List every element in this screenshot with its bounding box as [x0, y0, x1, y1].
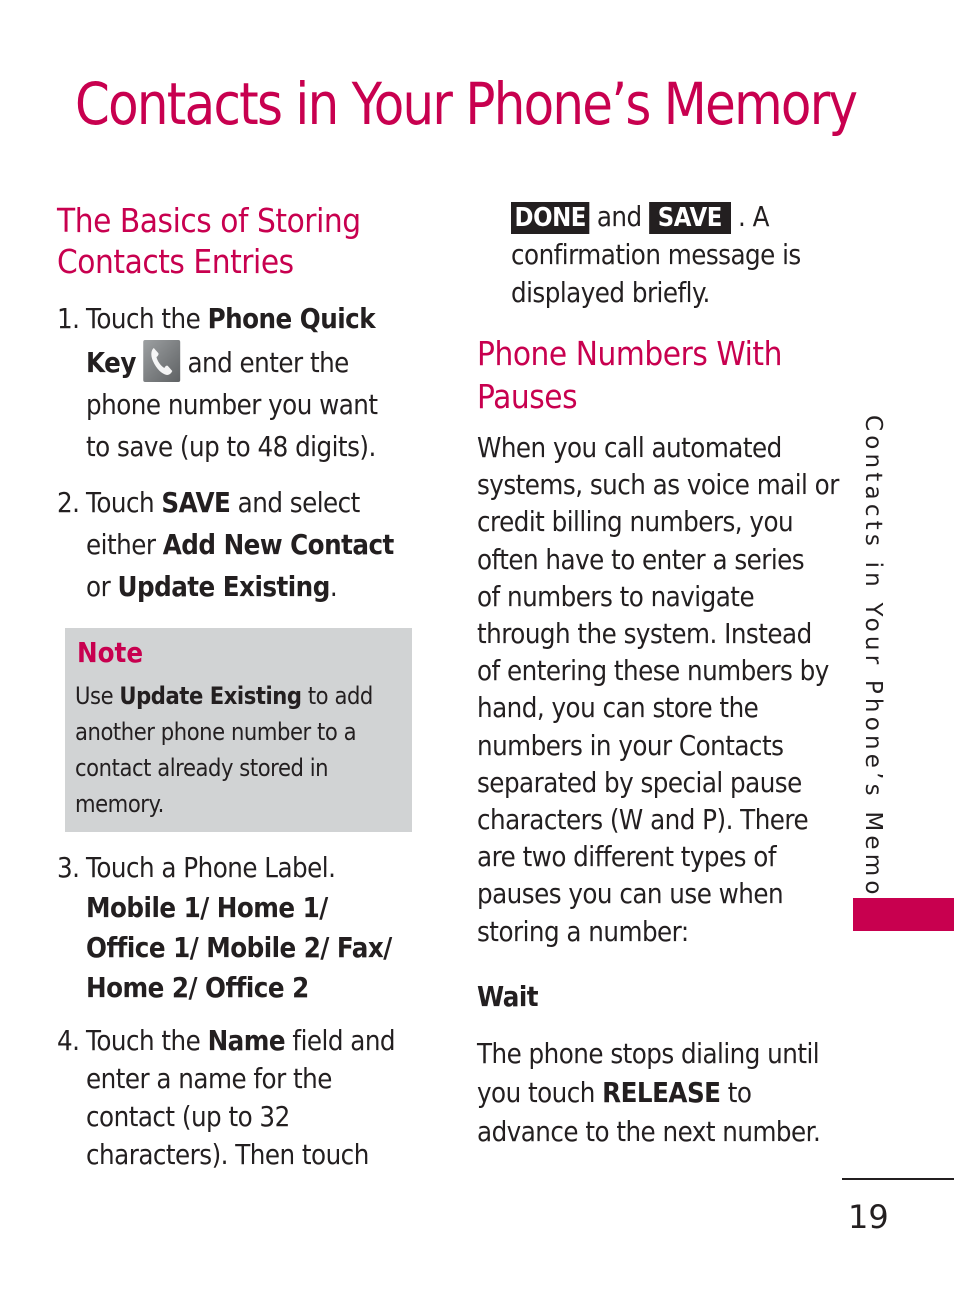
paragraph-line: storing a number:: [477, 914, 689, 948]
ui-term: Key: [86, 346, 136, 379]
text: either: [86, 528, 163, 561]
text: Touch the: [86, 1024, 208, 1057]
paragraph-line: hand, you can store the: [477, 691, 759, 725]
ui-term: Update Existing: [119, 682, 302, 710]
paragraph-line: of numbers to navigate: [477, 579, 755, 613]
text: to: [720, 1076, 752, 1109]
text: or: [86, 570, 118, 603]
step-text: Touch the Name field and enter a name fo…: [86, 1022, 396, 1174]
text: phone number you want: [86, 388, 378, 421]
ui-term: Phone Quick: [207, 302, 376, 335]
note-text: Use Update Existing to add another phone…: [75, 678, 373, 822]
paragraph-line: numbers in your Contacts: [477, 728, 784, 762]
text: to save (up to 48 digits).: [86, 430, 376, 463]
done-button-label: DONE: [511, 202, 590, 234]
text: Use: [75, 682, 120, 710]
text: characters). Then touch: [86, 1138, 369, 1171]
ui-term: Home 2/ Office 2: [86, 971, 309, 1004]
text: Touch: [86, 486, 162, 519]
ui-term: Add New Contact: [162, 528, 395, 561]
text: contact (up to 32: [86, 1100, 290, 1133]
text: to add: [301, 682, 373, 710]
step-number: 3.: [57, 851, 80, 884]
paragraph-line: characters (W and P). There: [477, 803, 809, 837]
text: Touch the: [86, 302, 208, 335]
step-number: 4.: [57, 1024, 80, 1057]
section-heading-pauses: Phone Numbers With Pauses: [477, 332, 782, 418]
text: . A: [730, 200, 769, 233]
paragraph-line: through the system. Instead: [477, 617, 812, 651]
section-heading-basics: The Basics of Storing Contacts Entries: [57, 200, 361, 282]
step-number: 2.: [57, 486, 80, 519]
step-text: Touch a Phone Label. Mobile 1/ Home 1/ O…: [86, 848, 392, 1008]
phone-quick-key-icon: [143, 340, 181, 382]
paragraph-line: credit billing numbers, you: [477, 505, 794, 539]
section-heading-line: The Basics of Storing: [57, 201, 361, 240]
step-text: Touch SAVE and select either Add New Con…: [86, 482, 394, 608]
text: confirmation message is: [511, 238, 801, 271]
step-4-continuation: DONE and SAVE . A confirmation message i…: [511, 198, 801, 312]
paragraph-line: separated by special pause: [477, 765, 802, 799]
side-tab-label: Contacts in Your Phone’s Memory: [848, 415, 888, 930]
text: field and: [285, 1024, 396, 1057]
paragraph-line: pauses you can use when: [477, 877, 784, 911]
page-number: 19: [848, 1198, 889, 1236]
text: advance to the next number.: [477, 1115, 821, 1148]
pauses-paragraph: When you call automated systems, such as …: [477, 429, 839, 950]
step-number: 1.: [57, 302, 80, 335]
text: The phone stops dialing until: [477, 1037, 820, 1070]
step-text: Touch the Phone Quick Key and enter the …: [86, 298, 378, 468]
ui-term: Update Existing: [117, 570, 331, 603]
section-heading-line: Pauses: [477, 377, 578, 416]
ui-term: SAVE: [161, 486, 231, 519]
text: and: [589, 200, 649, 233]
section-heading-line: Contacts Entries: [57, 242, 294, 281]
text: contact already stored in: [75, 754, 329, 782]
footer-rule: [842, 1178, 954, 1180]
paragraph-line: systems, such as voice mail or: [477, 468, 839, 502]
side-tab-marker: [853, 898, 954, 931]
text: displayed briefly.: [511, 276, 710, 309]
text: memory.: [75, 790, 164, 818]
text: and select: [230, 486, 361, 519]
paragraph-line: of entering these numbers by: [477, 654, 829, 688]
ui-term: Name: [207, 1024, 286, 1057]
text: Touch a Phone Label.: [86, 851, 336, 884]
section-heading-line: Phone Numbers With: [477, 334, 783, 373]
ui-term: Office 1/ Mobile 2/ Fax/: [86, 931, 392, 964]
paragraph-line: are two different types of: [477, 840, 777, 874]
side-tab-text: Contacts in Your Phone’s Memory: [860, 415, 886, 931]
ui-term: Mobile 1/ Home 1/: [86, 891, 328, 924]
wait-heading: Wait: [477, 980, 539, 1013]
text: and enter the: [180, 346, 349, 379]
text: enter a name for the: [86, 1062, 332, 1095]
text: you touch: [477, 1076, 603, 1109]
save-button-label: SAVE: [648, 202, 731, 234]
ui-term: RELEASE: [602, 1076, 721, 1109]
page-title: Contacts in Your Phone’s Memory: [75, 70, 858, 138]
paragraph-line: When you call automated: [477, 431, 782, 464]
text: .: [329, 570, 338, 603]
paragraph-line: often have to enter a series: [477, 542, 805, 576]
note-title: Note: [77, 636, 144, 669]
text: another phone number to a: [75, 718, 357, 746]
wait-description: The phone stops dialing until you touch …: [477, 1034, 821, 1151]
